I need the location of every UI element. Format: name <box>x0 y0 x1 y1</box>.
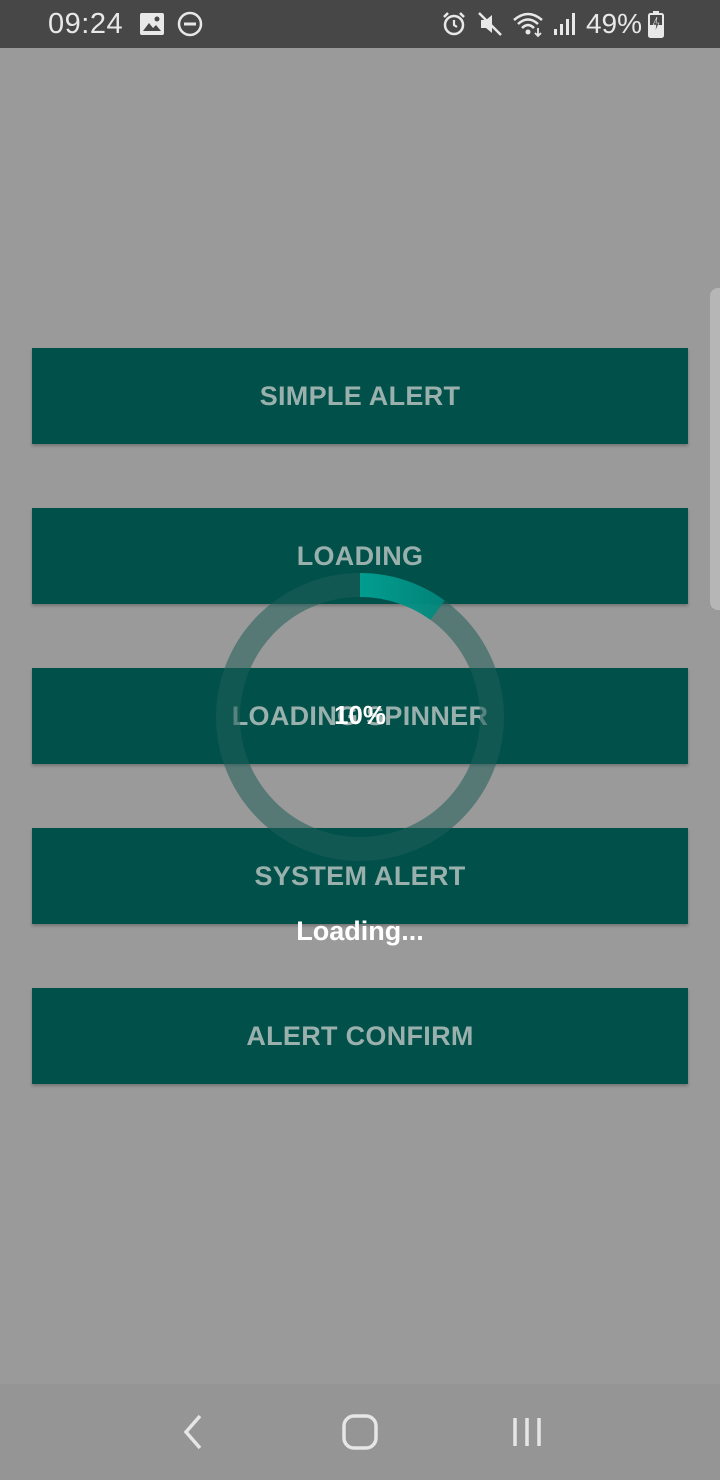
alert-confirm-button[interactable]: ALERT CONFIRM <box>32 988 688 1084</box>
status-bar: 09:24 49% <box>0 0 720 48</box>
loading-message: Loading... <box>296 916 424 946</box>
do-not-disturb-icon <box>177 11 203 37</box>
back-icon[interactable] <box>153 1392 233 1472</box>
image-icon <box>139 12 165 36</box>
battery-charging-icon <box>648 10 664 38</box>
status-time: 09:24 <box>48 7 124 40</box>
navigation-bar <box>0 1384 720 1480</box>
simple-alert-button[interactable]: SIMPLE ALERT <box>32 348 688 444</box>
home-icon[interactable] <box>320 1392 400 1472</box>
progress-percent: 10% <box>333 700 387 730</box>
mute-icon <box>476 10 504 38</box>
battery-percent: 49% <box>585 8 642 39</box>
alarm-icon <box>440 10 468 38</box>
recents-icon[interactable] <box>487 1392 567 1472</box>
signal-icon <box>552 11 578 37</box>
wifi-icon <box>512 10 544 38</box>
scroll-indicator[interactable] <box>710 288 720 610</box>
